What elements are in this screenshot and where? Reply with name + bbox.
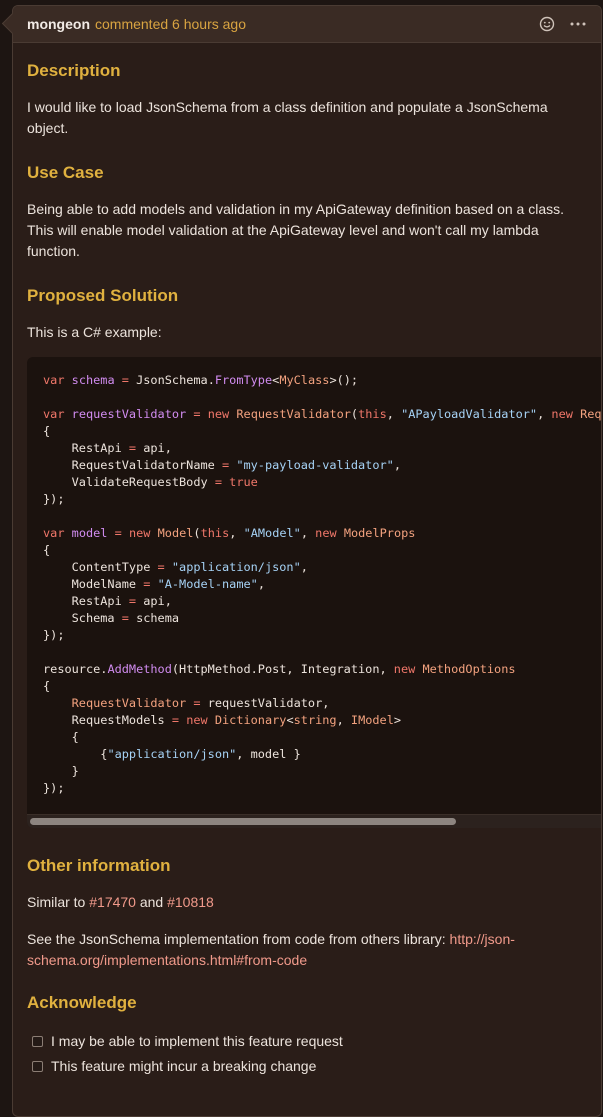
issue-link-10818[interactable]: #10818 <box>167 894 214 910</box>
task-list: I may be able to implement this feature … <box>27 1031 587 1076</box>
use-case-text: Being able to add models and validation … <box>27 201 565 259</box>
task-item: This feature might incur a breaking chan… <box>27 1056 587 1076</box>
task-checkbox[interactable] <box>32 1035 43 1047</box>
comment-header: mongeon commented 6 hours ago <box>13 6 601 43</box>
heading-acknowledge: Acknowledge <box>27 993 137 1012</box>
comment-timestamp[interactable]: commented 6 hours ago <box>95 16 246 32</box>
similar-text: Similar to #17470 and #10818 <box>27 892 587 913</box>
code-block[interactable]: var schema = JsonSchema.FromType<MyClass… <box>27 357 601 828</box>
heading-proposed-solution: Proposed Solution <box>27 286 179 305</box>
code-content: var schema = JsonSchema.FromType<MyClass… <box>43 373 601 795</box>
smiley-icon[interactable] <box>539 16 555 32</box>
issue-link-17470[interactable]: #17470 <box>89 894 136 910</box>
task-label: I may be able to implement this feature … <box>51 1033 343 1049</box>
heading-use-case: Use Case <box>27 163 104 182</box>
task-item: I may be able to implement this feature … <box>27 1031 587 1051</box>
similar-prefix: Similar to <box>27 894 86 910</box>
scrollbar-thumb[interactable] <box>30 818 456 825</box>
task-label: This feature might incur a breaking chan… <box>51 1058 317 1074</box>
task-checkbox[interactable] <box>32 1060 43 1072</box>
proposed-solution-intro: This is a C# example: <box>27 324 162 340</box>
see-text-prefix: See the JsonSchema implementation from c… <box>27 931 446 947</box>
description-text: I would like to load JsonSchema from a c… <box>27 99 548 136</box>
comment-body: Description I would like to load JsonSch… <box>13 61 601 1076</box>
heading-other-information: Other information <box>27 856 171 875</box>
author-link[interactable]: mongeon <box>27 16 90 32</box>
kebab-menu-icon[interactable] <box>569 16 587 32</box>
heading-description: Description <box>27 61 121 80</box>
and-text: and <box>139 894 164 910</box>
comment-card: mongeon commented 6 hours ago Descriptio… <box>12 5 602 1117</box>
horizontal-scrollbar[interactable] <box>27 814 601 828</box>
see-text: See the JsonSchema implementation from c… <box>27 929 587 971</box>
